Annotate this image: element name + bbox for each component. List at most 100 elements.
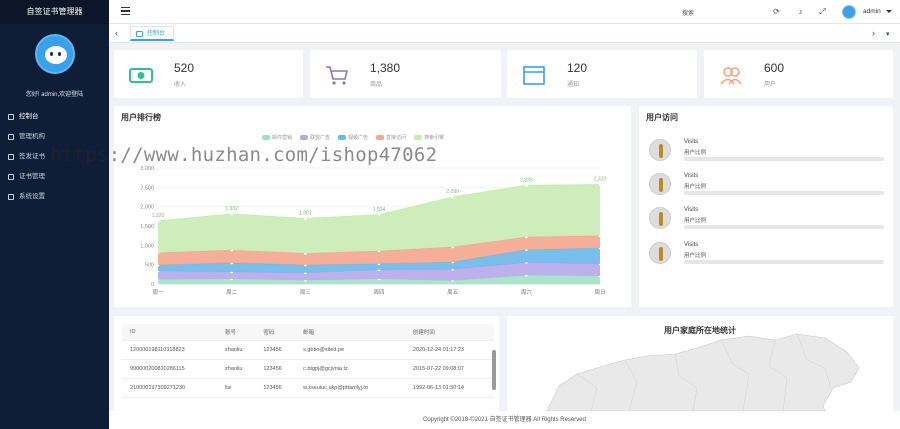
tab-next-icon[interactable]: › bbox=[872, 28, 875, 38]
table-cell: 990000200810286115 bbox=[122, 359, 218, 379]
visit-avatar bbox=[649, 173, 671, 195]
home-icon bbox=[136, 31, 143, 37]
sidebar-item-label: 签发证书 bbox=[19, 153, 45, 160]
visit-item[interactable]: Visits 用户比例 bbox=[649, 207, 884, 235]
sidebar-item-settings[interactable]: 系统设置 bbox=[0, 187, 109, 207]
stat-label: 收入 bbox=[174, 82, 187, 88]
column-header[interactable]: 密码 bbox=[255, 324, 296, 341]
sidebar: 自签证书管理器 您好! admin,欢迎登陆 控制台 管理机构 签发证书 证书管… bbox=[0, 0, 109, 429]
table-cell: zhaoliu bbox=[217, 359, 256, 379]
x-tick-label: 周日 bbox=[594, 289, 605, 296]
table-row[interactable]: 120000198110318823 zhaoliu 123456 s.gbti… bbox=[122, 340, 494, 360]
table-cell: 2020-12-24 01:17:23 bbox=[404, 340, 494, 360]
stat-card-goods[interactable]: 1,380 商品 bbox=[310, 50, 501, 98]
visit-avatar bbox=[649, 207, 671, 229]
x-tick-label: 周五 bbox=[447, 289, 459, 296]
table-cell: zhaoliu bbox=[217, 340, 256, 360]
stat-label: 通知 bbox=[567, 82, 580, 88]
refresh-icon[interactable]: ⟳ bbox=[772, 7, 781, 16]
x-tick-label: 周三 bbox=[300, 289, 312, 296]
data-label: 2,290 bbox=[446, 189, 459, 195]
stat-card-income[interactable]: 520 收入 bbox=[114, 50, 303, 98]
stat-value: 120 bbox=[567, 61, 588, 75]
visit-sub: 用户比例 bbox=[684, 253, 707, 259]
data-point bbox=[598, 183, 602, 187]
stat-value: 600 bbox=[764, 61, 785, 75]
sidebar-item-dashboard[interactable]: 控制台 bbox=[0, 107, 109, 127]
visit-item[interactable]: Visits 用户比例 bbox=[649, 173, 884, 201]
table-cell: w.xseuiuc.ukp@pttamlyj.to bbox=[295, 378, 405, 398]
visit-progress bbox=[684, 260, 884, 264]
top-bar: 搜索 ⟳ ♪ ⤢ admin bbox=[109, 0, 900, 24]
panel-title: 用户访问 bbox=[646, 113, 678, 122]
data-point bbox=[451, 195, 455, 199]
table-cell: 210000197309271230 bbox=[122, 378, 218, 398]
column-header[interactable]: 账号 bbox=[217, 324, 256, 341]
y-tick-label: 2,500 bbox=[140, 185, 154, 191]
chevron-down-icon[interactable] bbox=[886, 10, 892, 13]
visit-title: Visits bbox=[684, 139, 699, 145]
visit-item[interactable]: Visits 用户比例 bbox=[649, 139, 884, 167]
x-tick-label: 周一 bbox=[152, 289, 164, 296]
visit-avatar bbox=[649, 242, 671, 264]
visit-progress bbox=[684, 191, 884, 195]
table-row[interactable]: 210000197309271230 lisi 123456 w.xseuiuc… bbox=[122, 378, 494, 398]
table-row[interactable]: 990000200810286115 zhaoliu 123456 c.btgp… bbox=[122, 359, 494, 379]
table-header-row: ID 账号 密码 邮箱 创建时间 bbox=[122, 324, 494, 341]
visit-progress bbox=[684, 225, 884, 229]
tab-prev-icon[interactable]: ‹ bbox=[115, 28, 118, 38]
users-icon bbox=[720, 67, 742, 85]
column-header[interactable]: 创建时间 bbox=[404, 324, 494, 341]
search-button[interactable]: 搜索 bbox=[682, 8, 694, 17]
table-cell: 2015-07-22 09:08:07 bbox=[404, 359, 494, 379]
data-point bbox=[230, 212, 234, 216]
fullscreen-icon[interactable]: ⤢ bbox=[818, 7, 827, 16]
app-title: 自签证书管理器 bbox=[0, 0, 109, 24]
visit-title: Visits bbox=[684, 242, 699, 248]
avatar-face bbox=[44, 46, 67, 64]
window-icon bbox=[523, 66, 545, 85]
visit-sub: 用户比例 bbox=[684, 184, 707, 190]
data-label: 1,932 bbox=[225, 206, 238, 212]
welcome-text: 您好! admin,欢迎登陆 bbox=[25, 92, 84, 98]
visit-item[interactable]: Visits 用户比例 bbox=[649, 242, 884, 270]
visit-avatar bbox=[649, 139, 671, 161]
sidebar-item-cert-manage[interactable]: 证书管理 bbox=[0, 167, 109, 187]
data-label: 1,901 bbox=[299, 210, 312, 216]
x-tick-label: 周六 bbox=[521, 288, 533, 296]
table-scrollbar[interactable] bbox=[492, 350, 496, 390]
column-header[interactable]: 邮箱 bbox=[295, 324, 405, 341]
stat-card-notice[interactable]: 120 通知 bbox=[507, 50, 697, 98]
user-name[interactable]: admin bbox=[863, 8, 881, 15]
table-cell: 123456 bbox=[255, 340, 296, 360]
table-cell: 1992-06-13 01:50:14 bbox=[404, 378, 494, 398]
tab-dashboard[interactable]: 控制台 bbox=[130, 26, 175, 41]
y-tick-label: 0 bbox=[151, 282, 154, 288]
stat-label: 用户 bbox=[764, 82, 777, 88]
data-point bbox=[524, 184, 528, 187]
menu-toggle-icon[interactable] bbox=[121, 7, 130, 15]
x-tick-label: 周二 bbox=[226, 289, 238, 296]
avatar[interactable] bbox=[34, 34, 75, 74]
footer: Copyright ©2018-©2021 自签证书管理器 All Rights… bbox=[109, 411, 900, 429]
column-header[interactable]: ID bbox=[122, 324, 218, 341]
y-tick-label: 500 bbox=[145, 263, 154, 269]
stat-value: 1,380 bbox=[370, 61, 401, 75]
avatar-eye bbox=[49, 52, 53, 56]
org-icon bbox=[8, 134, 14, 140]
bell-icon[interactable]: ♪ bbox=[796, 7, 805, 16]
table-cell: lisi bbox=[217, 378, 256, 398]
x-tick-label: 周四 bbox=[373, 289, 384, 296]
user-avatar[interactable] bbox=[842, 5, 856, 19]
sidebar-item-label: 证书管理 bbox=[19, 173, 45, 180]
data-label: 1,320 bbox=[152, 213, 165, 219]
china-map[interactable] bbox=[507, 316, 893, 411]
map-panel: 用户家庭所在地统计 bbox=[507, 316, 893, 411]
ranking-panel: 用户排行榜 邮件营销 联盟广告 视频广告 直接访问 搜索引擎 0 500 1,000 1,50… bbox=[114, 106, 631, 307]
tab-menu-icon[interactable]: ▾ bbox=[886, 30, 890, 38]
dashboard-icon bbox=[8, 114, 14, 120]
table-cell: 120000198110318823 bbox=[122, 340, 218, 360]
settings-icon bbox=[8, 194, 14, 200]
stat-card-users[interactable]: 600 用户 bbox=[704, 50, 893, 98]
tab-bar: ‹ 控制台 › ▾ bbox=[109, 24, 900, 43]
